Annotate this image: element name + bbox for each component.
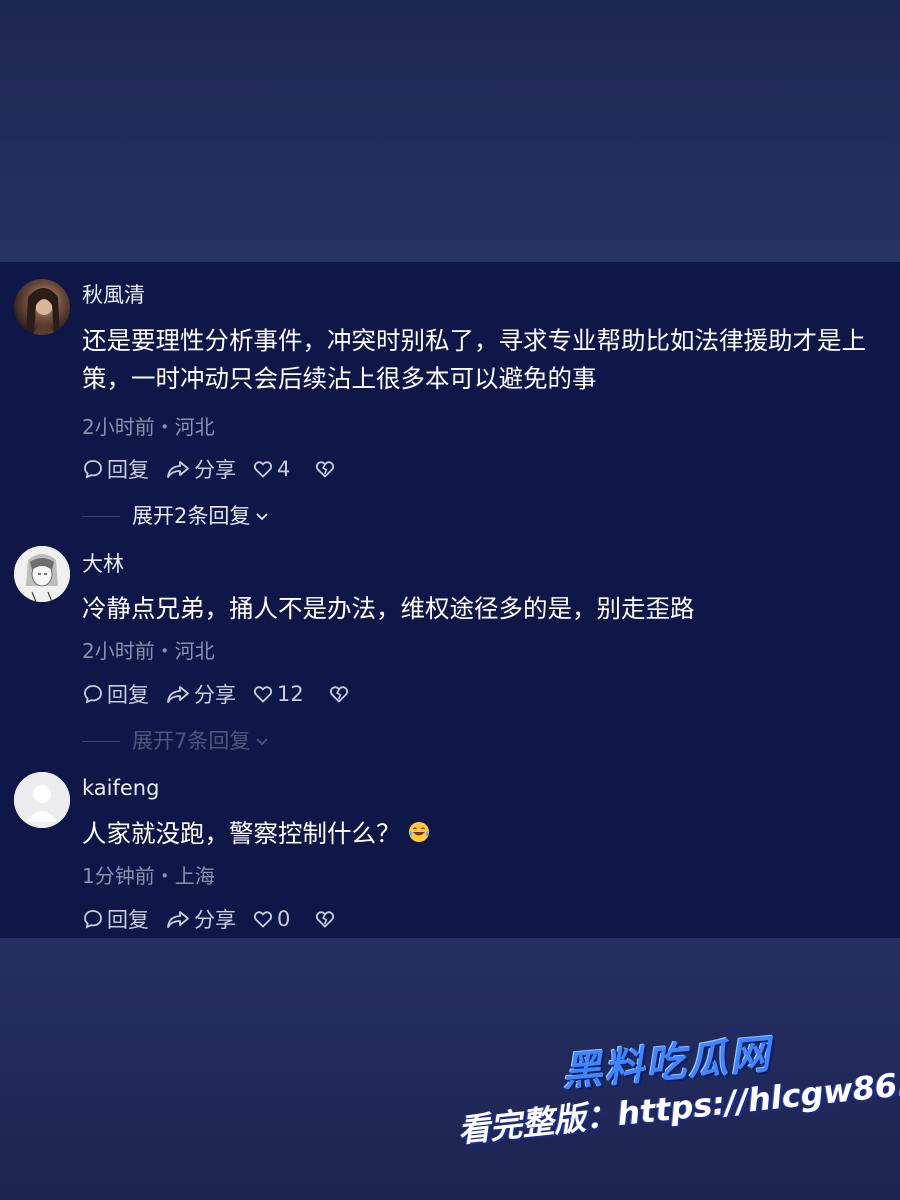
broken-heart-icon <box>316 461 335 478</box>
reply-label: 回复 <box>107 458 149 482</box>
comment-bubble-icon <box>84 685 102 704</box>
user-photo-avatar-icon <box>26 288 60 335</box>
comment-text: 人家就没跑，警察控制什么？ <box>82 815 882 855</box>
avatar[interactable] <box>14 279 70 335</box>
avatar[interactable] <box>14 772 70 828</box>
comment-text: 还是要理性分析事件，冲突时别私了，寻求专业帮助比如法律援助才是上策，一时冲动只会… <box>82 326 866 393</box>
expand-replies-label: 展开7条回复 <box>132 729 251 753</box>
reply-button[interactable]: 回复 <box>82 904 149 934</box>
expand-replies-label: 展开2条回复 <box>132 504 251 528</box>
laughing-crying-emoji-icon <box>407 817 431 855</box>
share-arrow-icon <box>167 461 189 478</box>
username[interactable]: 大林 <box>82 551 124 577</box>
reply-label: 回复 <box>107 908 149 932</box>
comment-actions: 回复 分享 12 <box>82 679 350 709</box>
dislike-button[interactable] <box>314 458 336 480</box>
default-user-avatar-icon <box>14 772 70 828</box>
share-label: 分享 <box>194 683 236 707</box>
broken-heart-icon <box>329 686 348 703</box>
comment-bubble-icon <box>84 910 102 929</box>
divider-line <box>82 515 120 517</box>
share-arrow-icon <box>167 686 189 703</box>
chevron-down-icon <box>256 513 269 521</box>
comment-meta: 2小时前・河北 <box>82 639 215 663</box>
share-button[interactable]: 分享 <box>165 679 236 709</box>
expand-replies-button[interactable]: 展开7条回复 <box>82 727 271 755</box>
background-bottom <box>0 938 900 1200</box>
like-count: 4 <box>277 457 291 481</box>
share-arrow-icon <box>167 911 189 928</box>
background-top <box>0 0 900 262</box>
username[interactable]: kaifeng <box>82 775 159 801</box>
username[interactable]: 秋風清 <box>82 282 145 308</box>
comment-text: 冷静点兄弟，捅人不是办法，维权途径多的是，别走歪路 <box>82 594 695 623</box>
like-count: 12 <box>277 682 304 706</box>
divider-line <box>82 740 120 742</box>
comment-panel: 秋風清 还是要理性分析事件，冲突时别私了，寻求专业帮助比如法律援助才是上策，一时… <box>0 262 900 938</box>
broken-heart-icon <box>316 911 335 928</box>
comment-actions: 回复 分享 0 <box>82 904 336 934</box>
share-button[interactable]: 分享 <box>165 454 236 484</box>
comment-actions: 回复 分享 4 <box>82 454 336 484</box>
share-label: 分享 <box>194 908 236 932</box>
comment-bubble-icon <box>84 460 102 479</box>
reply-label: 回复 <box>107 683 149 707</box>
comment-meta: 1分钟前・上海 <box>82 864 215 888</box>
dislike-button[interactable] <box>328 683 350 705</box>
heart-icon <box>253 686 273 703</box>
anime-sketch-avatar-icon <box>14 546 70 602</box>
avatar[interactable] <box>14 546 70 602</box>
share-button[interactable]: 分享 <box>165 904 236 934</box>
heart-icon <box>253 461 273 478</box>
like-button[interactable]: 4 <box>252 457 290 481</box>
heart-icon <box>253 911 273 928</box>
reply-button[interactable]: 回复 <box>82 679 149 709</box>
dislike-button[interactable] <box>314 908 336 930</box>
reply-button[interactable]: 回复 <box>82 454 149 484</box>
like-button[interactable]: 0 <box>252 907 290 931</box>
comment-text-content: 人家就没跑，警察控制什么？ <box>82 819 401 848</box>
comment-meta: 2小时前・河北 <box>82 415 215 439</box>
like-count: 0 <box>277 907 291 931</box>
share-label: 分享 <box>194 458 236 482</box>
chevron-down-icon <box>256 738 269 746</box>
like-button[interactable]: 12 <box>252 682 304 706</box>
expand-replies-button[interactable]: 展开2条回复 <box>82 502 271 530</box>
